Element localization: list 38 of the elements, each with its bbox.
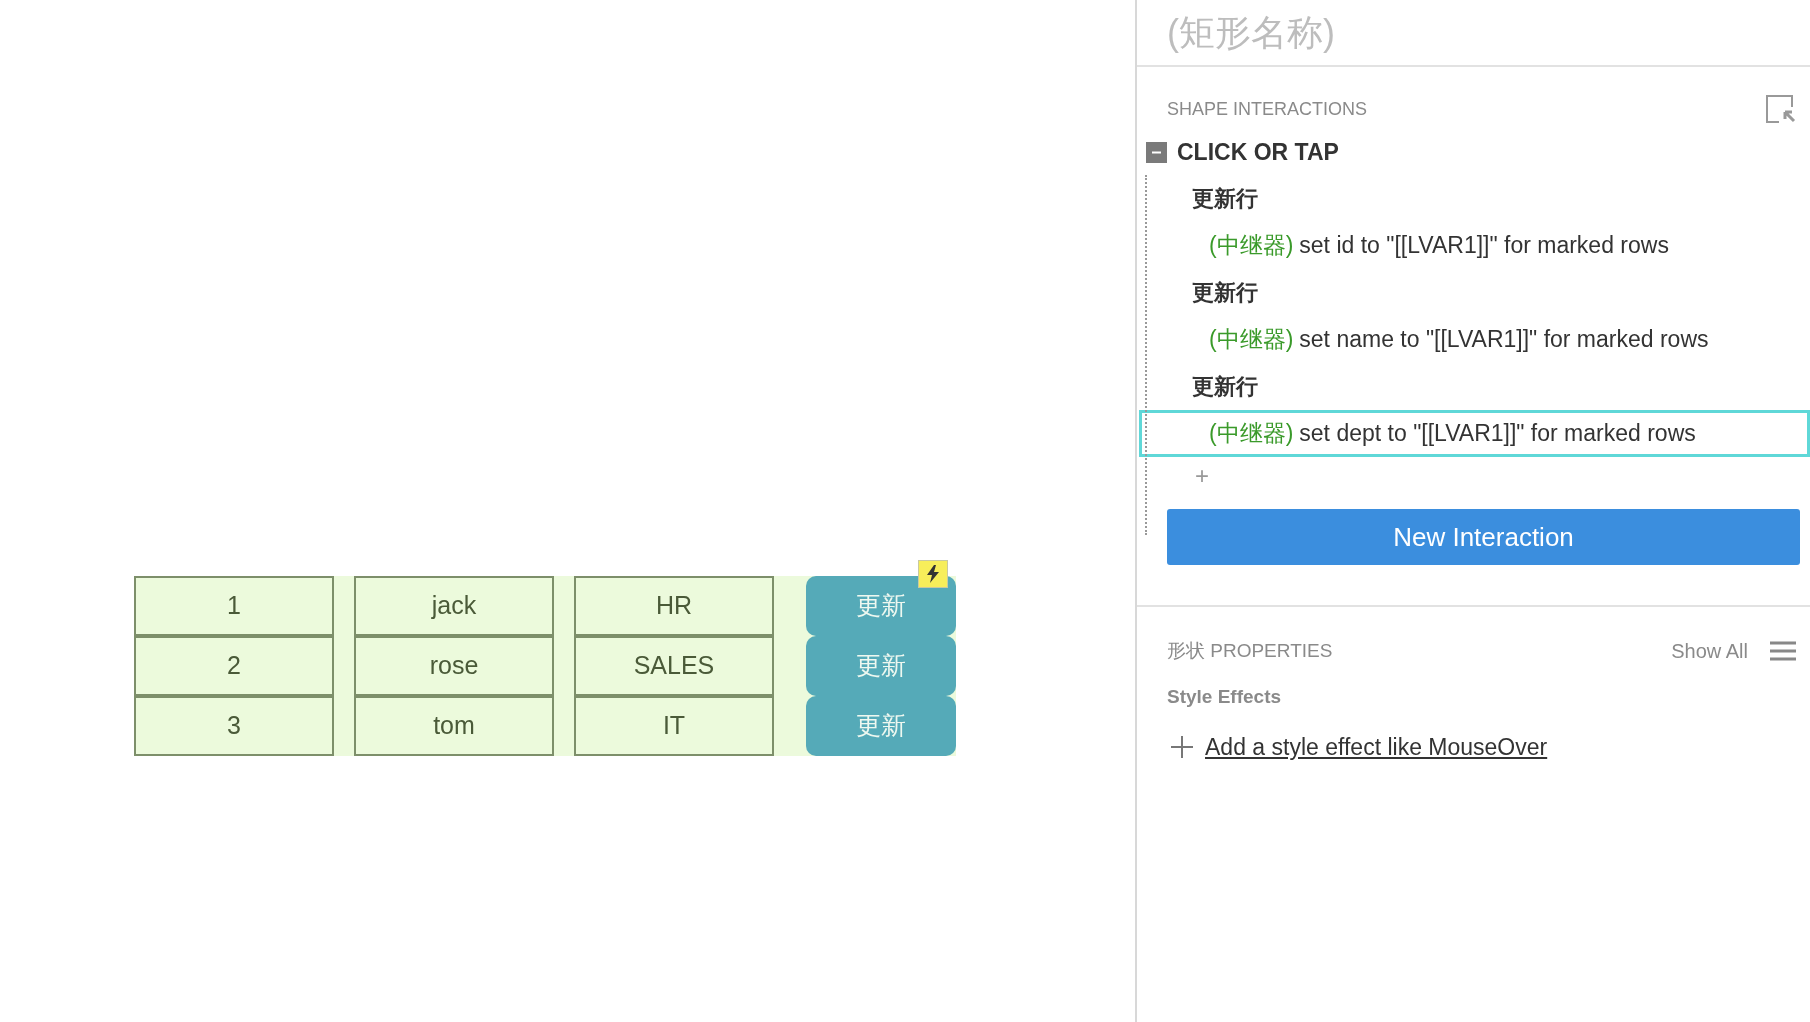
table-cell: HR: [574, 576, 774, 636]
new-interaction-button[interactable]: New Interaction: [1167, 509, 1800, 565]
style-effects-label: Style Effects: [1167, 686, 1282, 707]
shape-name-title: (矩形名称): [1167, 10, 1335, 55]
action-description: set name to "[[LVAR1]]" for marked rows: [1299, 325, 1709, 355]
add-style-effect-link[interactable]: Add a style effect like MouseOver: [1205, 729, 1548, 764]
update-button[interactable]: 更新: [806, 636, 956, 696]
case-name: 更新行: [1192, 185, 1258, 213]
plus-icon[interactable]: [1171, 735, 1193, 758]
case-name: 更新行: [1192, 279, 1258, 307]
action-row[interactable]: (中继器) set name to "[[LVAR1]]" for marked rows: [1139, 316, 1810, 363]
case-name: 更新行: [1192, 373, 1258, 401]
table-cell: tom: [354, 696, 554, 756]
show-all-link[interactable]: Show All: [1671, 636, 1748, 666]
table-cell: 2: [134, 636, 334, 696]
menu-icon[interactable]: [1770, 641, 1796, 661]
table-cell: SALES: [574, 636, 774, 696]
table-cell: IT: [574, 696, 774, 756]
update-button[interactable]: 更新: [806, 576, 956, 636]
table-cell: jack: [354, 576, 554, 636]
event-label: CLICK OR TAP: [1177, 137, 1339, 167]
action-row[interactable]: (中继器) set id to "[[LVAR1]]" for marked rows: [1139, 222, 1810, 269]
action-row[interactable]: (中继器) set dept to "[[LVAR1]]" for marked rows: [1139, 410, 1810, 457]
table-cell: rose: [354, 636, 554, 696]
lightning-icon: [918, 560, 948, 588]
action-description: set dept to "[[LVAR1]]" for marked rows: [1299, 419, 1696, 449]
table-cell: 3: [134, 696, 334, 756]
update-button[interactable]: 更新: [806, 696, 956, 756]
section-heading: SHAPE INTERACTIONS: [1167, 97, 1368, 121]
action-description: set id to "[[LVAR1]]" for marked rows: [1299, 231, 1669, 261]
collapse-toggle[interactable]: [1146, 141, 1167, 163]
collapse-panel-icon[interactable]: [1766, 95, 1796, 123]
action-target: (中继器): [1209, 419, 1294, 449]
table-cell: 1: [134, 576, 334, 636]
action-target: (中继器): [1209, 231, 1294, 261]
action-target: (中继器): [1209, 325, 1294, 355]
section-heading: 形状 PROPERTIES: [1167, 638, 1333, 663]
add-action-button[interactable]: +: [1195, 464, 1209, 488]
